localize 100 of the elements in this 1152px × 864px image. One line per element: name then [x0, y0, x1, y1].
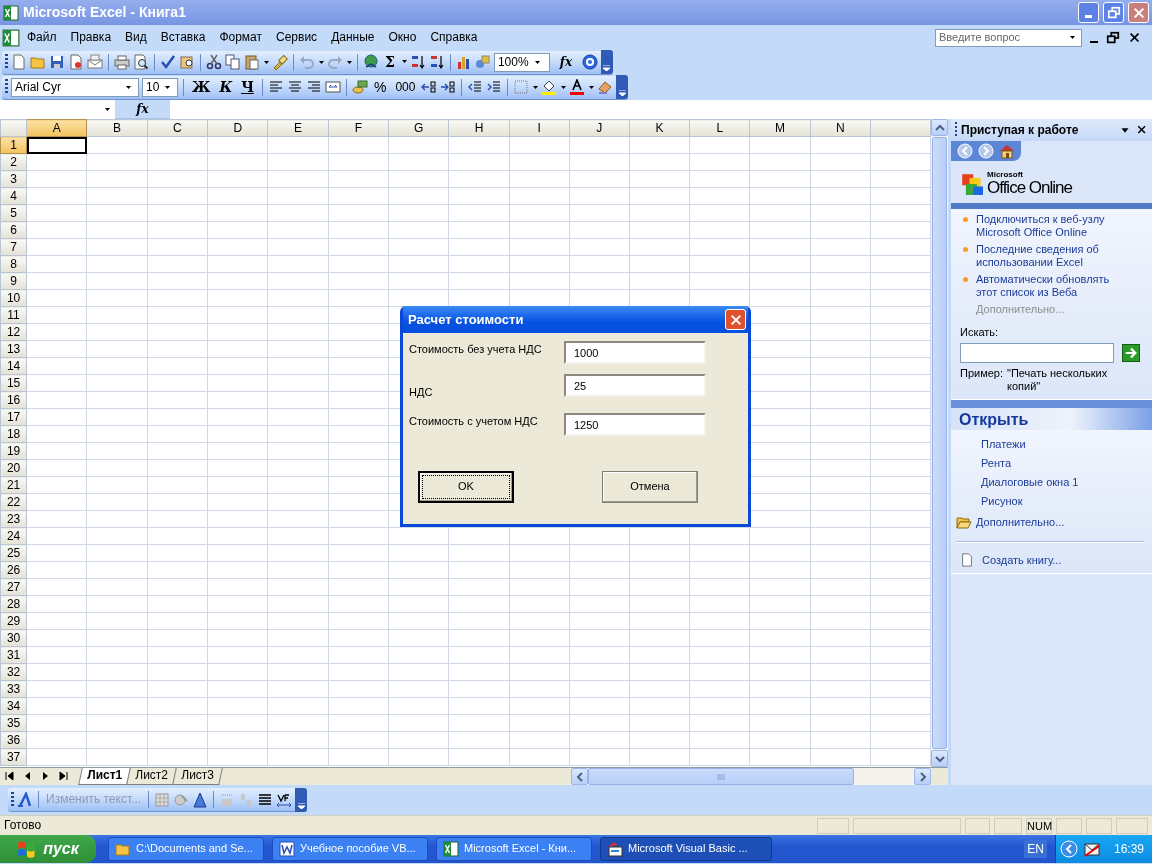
value-field[interactable]: 1000 [564, 341, 706, 364]
ok-button[interactable]: OK [418, 471, 514, 503]
format-painter-icon[interactable] [272, 54, 288, 70]
dropdown-arrow-icon[interactable] [105, 107, 110, 111]
font-color-icon[interactable] [569, 79, 586, 95]
new-document-icon[interactable] [11, 54, 27, 70]
menu-item[interactable]: Окно [381, 29, 424, 46]
folder-icon[interactable] [956, 514, 972, 531]
column-header[interactable]: C [147, 119, 208, 137]
toolbar-options-icon[interactable] [600, 50, 613, 74]
menu-item[interactable]: Сервис [269, 29, 325, 46]
underline-button[interactable]: Ч [238, 78, 257, 96]
toolbar-options-icon[interactable] [616, 75, 629, 99]
language-indicator[interactable]: EN [1024, 839, 1047, 859]
file-link[interactable]: Платежи [981, 438, 1144, 452]
column-header[interactable]: E [267, 119, 329, 137]
menu-item[interactable]: Данные [324, 29, 382, 46]
print-preview-icon[interactable] [133, 54, 149, 70]
dropdown-arrow-icon[interactable] [264, 60, 269, 64]
decrease-indent-icon[interactable] [467, 79, 484, 95]
menu-item[interactable]: Правка [63, 29, 119, 46]
column-header[interactable]: N [810, 119, 871, 137]
sort-descending-icon[interactable] [428, 54, 445, 70]
help-icon[interactable] [581, 54, 598, 70]
cut-icon[interactable] [206, 54, 222, 70]
chart-icon[interactable] [455, 54, 472, 70]
dropdown-arrow-icon[interactable] [126, 85, 131, 89]
mail-icon[interactable] [1083, 841, 1100, 857]
column-header[interactable]: A [26, 119, 87, 137]
percent-button[interactable]: % [370, 78, 390, 96]
dropdown-arrow-icon[interactable] [347, 60, 352, 64]
fill-color-icon[interactable] [541, 79, 558, 95]
insert-function-button[interactable]: fx [129, 101, 156, 117]
dropdown-arrow-icon[interactable] [589, 85, 595, 89]
help-search-field[interactable]: Введите вопрос [935, 28, 1082, 47]
more-files-link[interactable]: Дополнительно... [976, 515, 1065, 529]
value-field[interactable]: 1250 [564, 413, 706, 436]
save-icon[interactable] [49, 54, 65, 70]
dropdown-arrow-icon[interactable] [1069, 36, 1075, 39]
pane-link[interactable]: Подключиться к веб-узлу Microsoft Office Online [976, 213, 1126, 239]
restore-button[interactable] [1103, 2, 1124, 23]
zoom-field[interactable]: 100% [493, 52, 550, 72]
create-workbook-link[interactable]: Создать книгу... [982, 553, 1062, 567]
spelling-icon[interactable] [160, 54, 176, 70]
file-link[interactable]: Рента [981, 457, 1144, 471]
paste-icon[interactable] [244, 54, 260, 70]
insert-function-button[interactable]: fx [552, 54, 579, 70]
column-header[interactable]: K [629, 119, 690, 137]
align-right-icon[interactable] [305, 79, 322, 95]
column-header[interactable]: B [86, 119, 148, 137]
dropdown-arrow-icon[interactable] [165, 85, 170, 89]
column-header[interactable]: L [689, 119, 750, 137]
close-button[interactable] [725, 309, 746, 330]
sheet-tab[interactable]: Лист3 [171, 768, 223, 785]
dropdown-arrow-icon[interactable] [533, 85, 539, 89]
start-button[interactable]: пуск [0, 835, 96, 863]
dropdown-arrow-icon[interactable] [534, 60, 540, 64]
show-hidden-icons-icon[interactable] [1059, 840, 1078, 858]
wordart-icon[interactable] [17, 791, 33, 808]
sort-ascending-icon[interactable] [409, 54, 426, 70]
alignment-icon[interactable] [257, 791, 274, 808]
column-header[interactable]: H [448, 119, 510, 137]
dropdown-arrow-icon[interactable] [401, 60, 407, 64]
file-link[interactable]: Рисунок [981, 495, 1144, 509]
italic-button[interactable]: К [216, 78, 236, 96]
menu-item[interactable]: Справка [423, 29, 485, 46]
align-center-icon[interactable] [286, 79, 303, 95]
increase-indent-icon[interactable] [486, 79, 503, 95]
pane-link[interactable]: Автоматически обновлять этот список из Веба [976, 273, 1126, 299]
menu-item[interactable]: Вставка [153, 29, 213, 46]
active-cell[interactable] [26, 136, 87, 154]
clear-icon[interactable] [597, 79, 614, 95]
drawing-icon[interactable] [474, 54, 491, 70]
column-header[interactable]: J [569, 119, 630, 137]
back-icon[interactable] [957, 143, 973, 159]
column-header[interactable]: G [388, 119, 449, 137]
dropdown-arrow-icon[interactable] [319, 60, 324, 64]
taskbar-button[interactable]: Microsoft Visual Basic ... [600, 837, 772, 861]
email-icon[interactable] [87, 54, 103, 70]
merge-center-icon[interactable] [324, 79, 341, 95]
formula-field[interactable] [170, 99, 1152, 119]
character-spacing-icon[interactable] [276, 791, 293, 808]
increase-decimal-icon[interactable] [421, 79, 438, 95]
close-icon[interactable] [1128, 30, 1142, 45]
dropdown-arrow-icon[interactable] [561, 85, 567, 89]
horizontal-scrollbar[interactable] [571, 768, 931, 785]
file-link[interactable]: Диалоговые окна 1 [981, 476, 1144, 490]
taskbar-button[interactable]: Microsoft Excel - Кни... [436, 837, 592, 861]
hyperlink-icon[interactable] [363, 54, 379, 70]
pane-link[interactable]: Последние сведения об использовании Excel [976, 243, 1126, 269]
home-icon[interactable] [999, 143, 1015, 159]
research-icon[interactable] [179, 54, 195, 70]
wordart-shape-icon[interactable] [192, 791, 209, 808]
close-button[interactable] [1128, 2, 1149, 23]
taskbar-button[interactable]: C:\Documents and Se... [108, 837, 264, 861]
column-header[interactable]: I [509, 119, 570, 137]
sheet-tab[interactable]: Лист1 [78, 768, 131, 785]
first-sheet-icon[interactable] [4, 770, 14, 782]
excel-icon[interactable] [2, 28, 20, 47]
document-icon[interactable] [960, 553, 974, 568]
